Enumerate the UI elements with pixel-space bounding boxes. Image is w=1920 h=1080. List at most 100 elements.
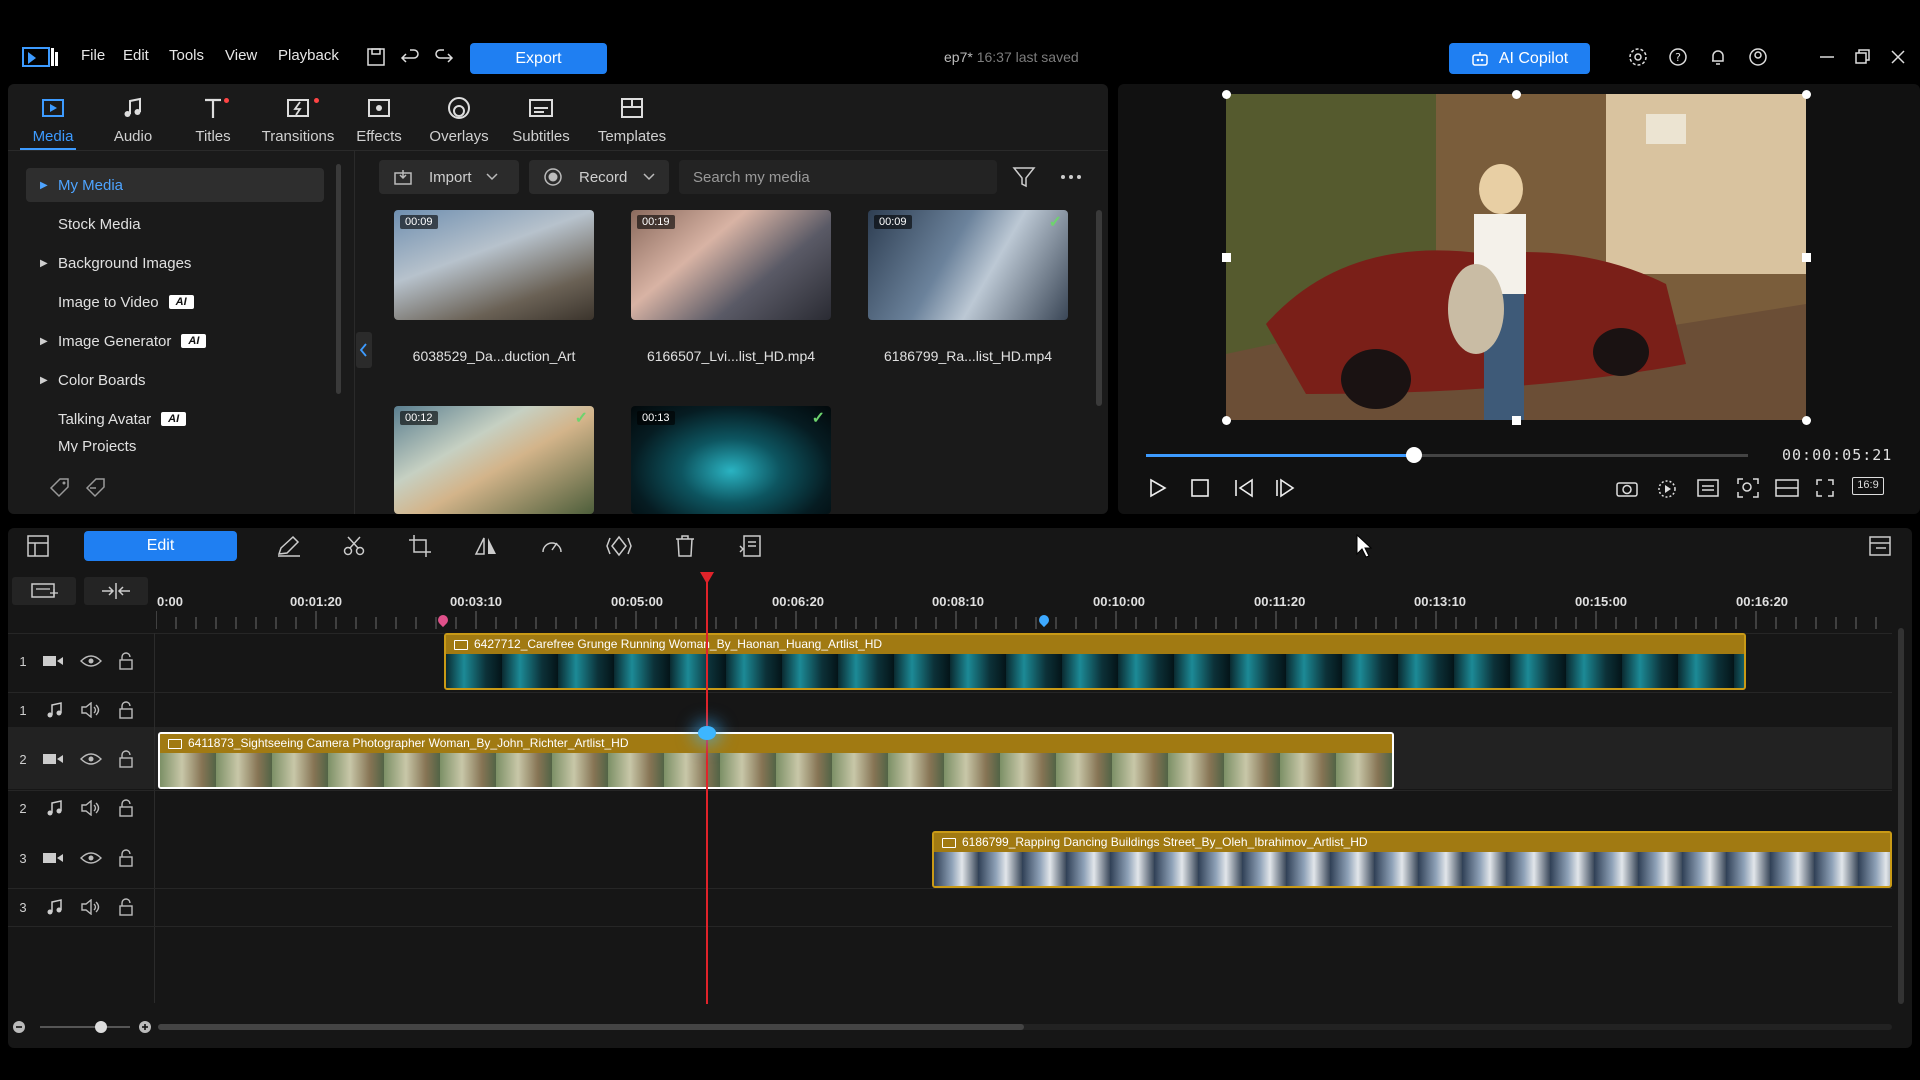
preview-seek-knob[interactable]	[1406, 447, 1422, 463]
previous-frame-icon[interactable]	[1232, 477, 1256, 499]
menu-file[interactable]: File	[81, 47, 105, 64]
lock-icon[interactable]	[118, 849, 134, 867]
keyframe-icon[interactable]	[606, 534, 632, 558]
tree-scrollbar[interactable]	[336, 164, 341, 394]
edit-button[interactable]: Edit	[84, 531, 237, 561]
media-thumbnail[interactable]: 00:12 ✓	[394, 406, 594, 514]
media-thumbnail[interactable]: 00:13 ✓	[631, 406, 831, 514]
save-icon[interactable]	[365, 46, 387, 68]
zoom-out-icon[interactable]	[12, 1020, 26, 1034]
filter-icon[interactable]	[1012, 166, 1036, 188]
lock-icon[interactable]	[118, 701, 134, 719]
transform-handle[interactable]	[1512, 90, 1521, 99]
speed-gauge-icon[interactable]	[540, 535, 564, 557]
zoom-slider-knob[interactable]	[95, 1021, 107, 1033]
tab-effects[interactable]: Effects	[344, 94, 414, 145]
tree-item-image-generator[interactable]: ▶ Image Generator AI	[26, 324, 324, 358]
media-thumbnail[interactable]: 00:09	[394, 210, 594, 320]
lock-icon[interactable]	[118, 799, 134, 817]
media-scrollbar[interactable]	[1096, 210, 1102, 406]
tab-templates[interactable]: Templates	[592, 94, 672, 145]
transform-handle[interactable]	[1512, 416, 1521, 425]
search-media-input[interactable]: Search my media	[679, 160, 997, 194]
tab-media[interactable]: Media	[18, 94, 88, 145]
delete-trash-icon[interactable]	[674, 534, 696, 558]
collapse-tree-button[interactable]	[356, 332, 372, 368]
timeline-settings-icon[interactable]	[1868, 534, 1894, 558]
markers-list-icon[interactable]	[1696, 478, 1720, 498]
tree-item-my-media[interactable]: ▶ My Media	[26, 168, 324, 202]
visibility-eye-icon[interactable]	[80, 752, 102, 766]
transform-handle[interactable]	[1802, 90, 1811, 99]
menu-tools[interactable]: Tools	[169, 47, 204, 64]
close-icon[interactable]	[1887, 46, 1909, 68]
timeline-clip-video-2[interactable]: 6411873_Sightseeing Camera Photographer …	[158, 732, 1394, 789]
zoom-in-icon[interactable]	[138, 1020, 152, 1034]
lock-icon[interactable]	[118, 898, 134, 916]
undo-icon[interactable]	[399, 46, 421, 68]
timeline-clip-video-1[interactable]: 6427712_Carefree Grunge Running Woman_By…	[444, 633, 1746, 690]
preview-video-frame[interactable]	[1226, 94, 1806, 420]
render-preview-icon[interactable]	[1656, 477, 1680, 499]
redo-icon[interactable]	[433, 46, 455, 68]
tab-transitions[interactable]: Transitions	[258, 94, 338, 145]
timeline-layout-icon[interactable]	[26, 534, 50, 558]
timeline-clip-video-3[interactable]: 6186799_Rapping Dancing Buildings Street…	[932, 831, 1892, 888]
zoom-fit-icon[interactable]	[1736, 477, 1760, 499]
visibility-eye-icon[interactable]	[80, 851, 102, 865]
timeline-ruler[interactable]	[156, 607, 1890, 629]
restore-icon[interactable]	[1851, 46, 1873, 68]
timeline-hscroll-thumb[interactable]	[158, 1024, 1024, 1030]
ai-copilot-button[interactable]: AI Copilot	[1449, 43, 1590, 74]
crop-icon[interactable]	[408, 534, 432, 558]
notification-bell-icon[interactable]	[1707, 46, 1729, 68]
keyframe-indicator[interactable]	[698, 726, 716, 740]
layout-icon[interactable]	[1774, 478, 1800, 498]
add-tag-icon[interactable]	[48, 476, 72, 498]
fullscreen-icon[interactable]	[1814, 477, 1836, 499]
media-thumbnail[interactable]: 00:09 ✓	[868, 210, 1068, 320]
remove-tag-icon[interactable]	[84, 476, 108, 498]
tree-item-talking-avatar[interactable]: Talking Avatar AI	[26, 402, 324, 436]
tab-audio[interactable]: Audio	[98, 94, 168, 145]
record-dropdown[interactable]: Record	[529, 160, 669, 194]
tab-subtitles[interactable]: Subtitles	[506, 94, 576, 145]
pen-edit-icon[interactable]	[276, 535, 302, 557]
timeline-vscroll[interactable]	[1898, 628, 1904, 1004]
minimize-icon[interactable]	[1816, 46, 1838, 68]
fit-timeline-button[interactable]	[84, 577, 148, 605]
tab-titles[interactable]: Titles	[178, 94, 248, 145]
transform-handle[interactable]	[1222, 416, 1231, 425]
track-manager-button[interactable]	[12, 577, 76, 605]
more-options-icon[interactable]	[1060, 174, 1082, 180]
lock-icon[interactable]	[118, 750, 134, 768]
speaker-volume-icon[interactable]	[80, 702, 102, 718]
transform-handle[interactable]	[1802, 253, 1811, 262]
menu-view[interactable]: View	[225, 47, 257, 64]
settings-gear-icon[interactable]	[1627, 46, 1649, 68]
speaker-volume-icon[interactable]	[80, 899, 102, 915]
flip-icon[interactable]	[474, 535, 498, 557]
tree-item-stock-media[interactable]: Stock Media	[26, 207, 324, 241]
split-scissors-icon[interactable]	[342, 535, 366, 557]
play-icon[interactable]	[1146, 477, 1168, 499]
tab-overlays[interactable]: Overlays	[424, 94, 494, 145]
tree-item-my-projects[interactable]: My Projects	[26, 438, 324, 452]
lock-icon[interactable]	[118, 652, 134, 670]
tree-item-color-boards[interactable]: ▶ Color Boards	[26, 363, 324, 397]
menu-edit[interactable]: Edit	[123, 47, 149, 64]
media-thumbnail[interactable]: 00:19	[631, 210, 831, 320]
visibility-eye-icon[interactable]	[80, 654, 102, 668]
import-dropdown[interactable]: Import	[379, 160, 519, 194]
export-button[interactable]: Export	[470, 43, 607, 74]
help-icon[interactable]: ?	[1667, 46, 1689, 68]
aspect-ratio-button[interactable]: 16:9	[1852, 477, 1884, 495]
zoom-slider-track[interactable]	[40, 1026, 130, 1028]
transform-handle[interactable]	[1222, 90, 1231, 99]
next-frame-icon[interactable]	[1273, 477, 1297, 499]
snapshot-camera-icon[interactable]	[1615, 478, 1639, 498]
transform-handle[interactable]	[1222, 253, 1231, 262]
account-icon[interactable]	[1747, 46, 1769, 68]
transform-handle[interactable]	[1802, 416, 1811, 425]
speaker-volume-icon[interactable]	[80, 800, 102, 816]
